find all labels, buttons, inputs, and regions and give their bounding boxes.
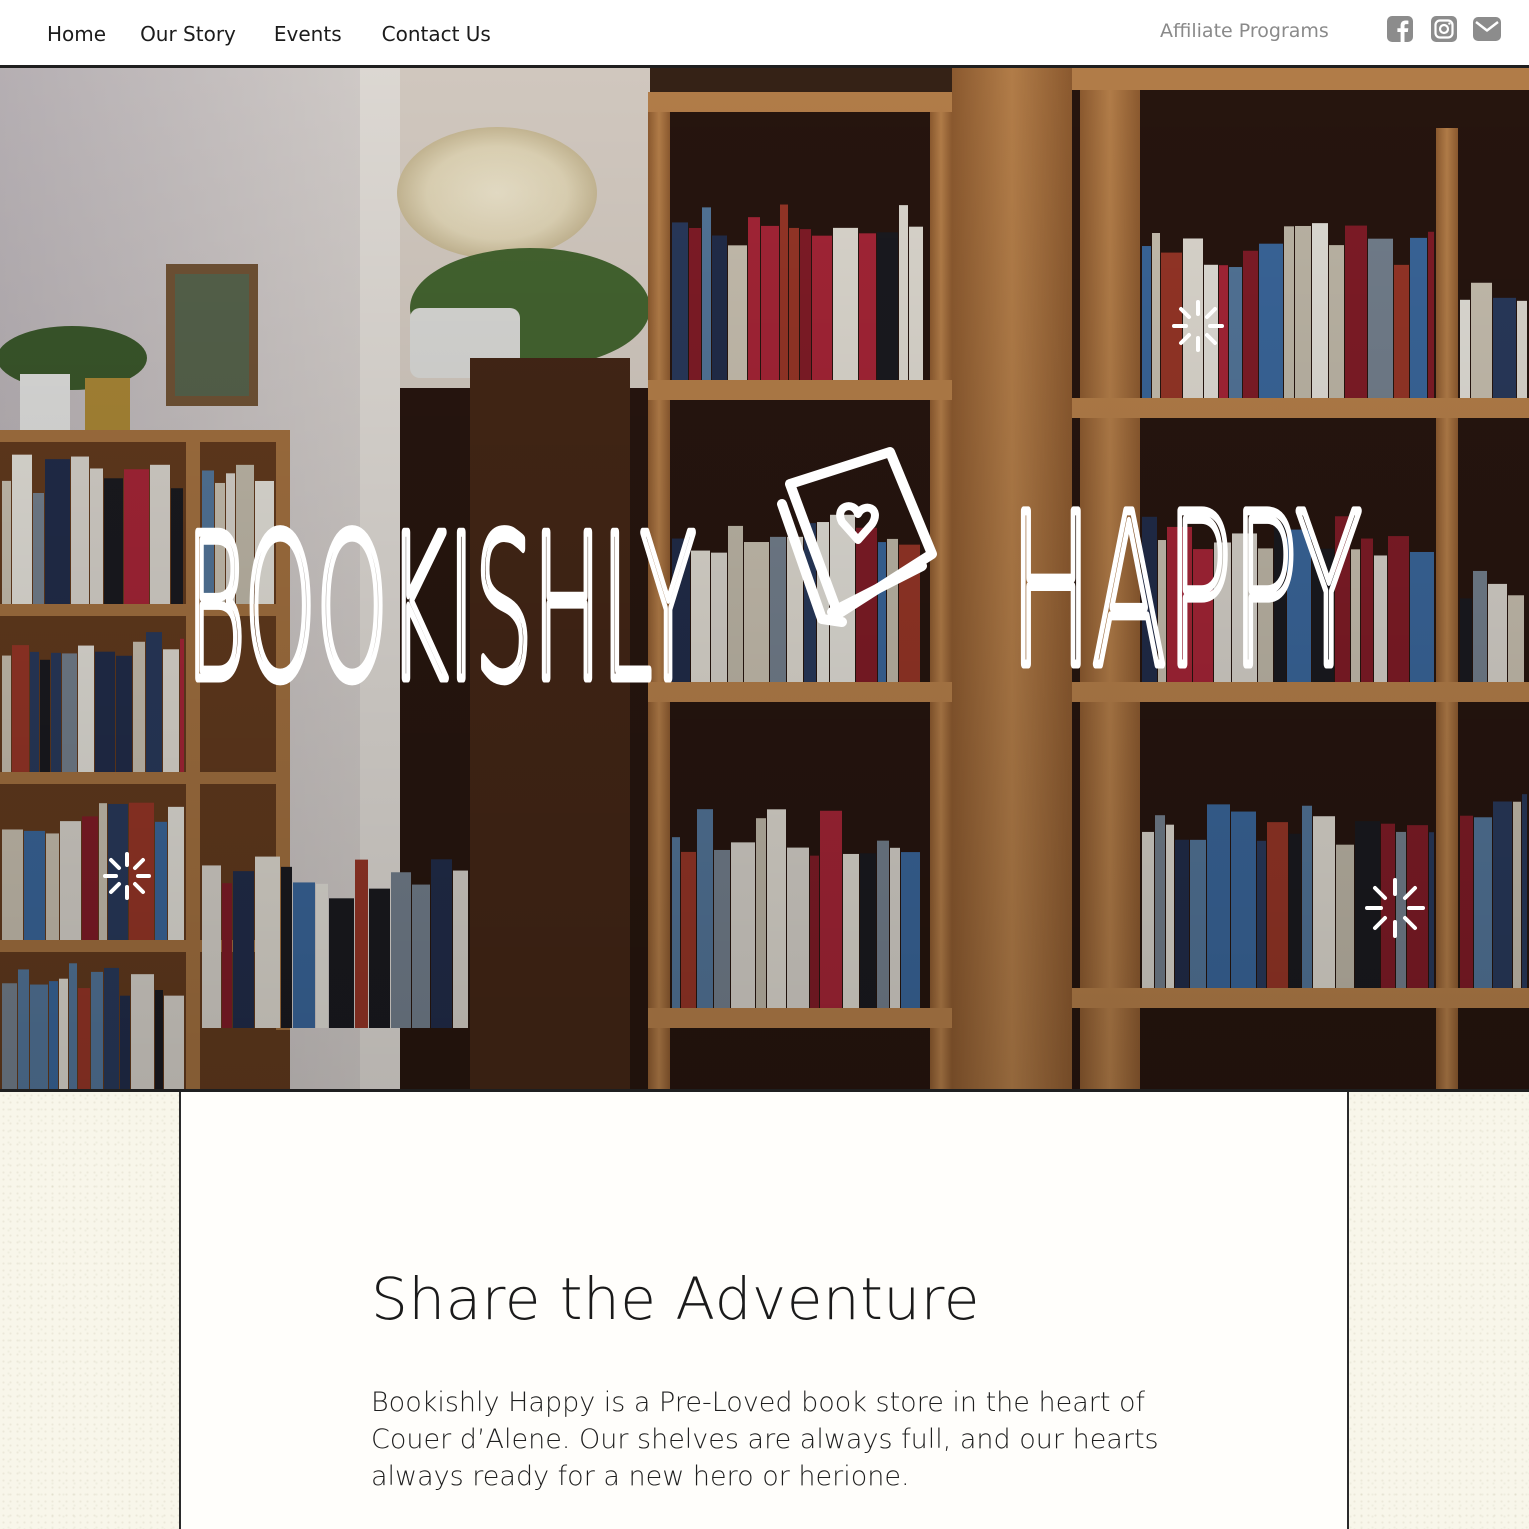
nav-events[interactable]: Events xyxy=(274,20,342,48)
hero-banner: BOOKISHLY HAPPY xyxy=(0,68,1529,1092)
nav-contact-us[interactable]: Contact Us xyxy=(382,20,491,48)
logo-word-bookishly: BOOKISHLY xyxy=(186,493,696,726)
section-body-text: Bookishly Happy is a Pre-Loved book stor… xyxy=(371,1387,1159,1492)
logo-word-happy: HAPPY xyxy=(1010,469,1362,714)
nav-home[interactable]: Home xyxy=(47,20,106,48)
main-nav: Home Our Story Events Contact Us xyxy=(47,20,525,48)
facebook-icon[interactable] xyxy=(1387,16,1413,42)
top-navigation-bar: Home Our Story Events Contact Us Affilia… xyxy=(0,0,1529,68)
book-heart-icon xyxy=(777,447,937,627)
sparkle-icon xyxy=(1365,878,1425,938)
affiliate-programs-link[interactable]: Affiliate Programs xyxy=(1160,18,1329,44)
hero-logo: BOOKISHLY HAPPY xyxy=(103,300,1425,938)
sparkle-icon xyxy=(103,852,151,900)
sparkle-icon xyxy=(1172,300,1224,352)
content-card: Share the Adventure Bookishly Happy is a… xyxy=(179,1092,1349,1529)
section-heading: Share the Adventure xyxy=(371,1265,980,1333)
nav-our-story[interactable]: Our Story xyxy=(140,20,236,48)
email-icon[interactable] xyxy=(1473,16,1501,42)
instagram-icon[interactable] xyxy=(1431,16,1457,42)
